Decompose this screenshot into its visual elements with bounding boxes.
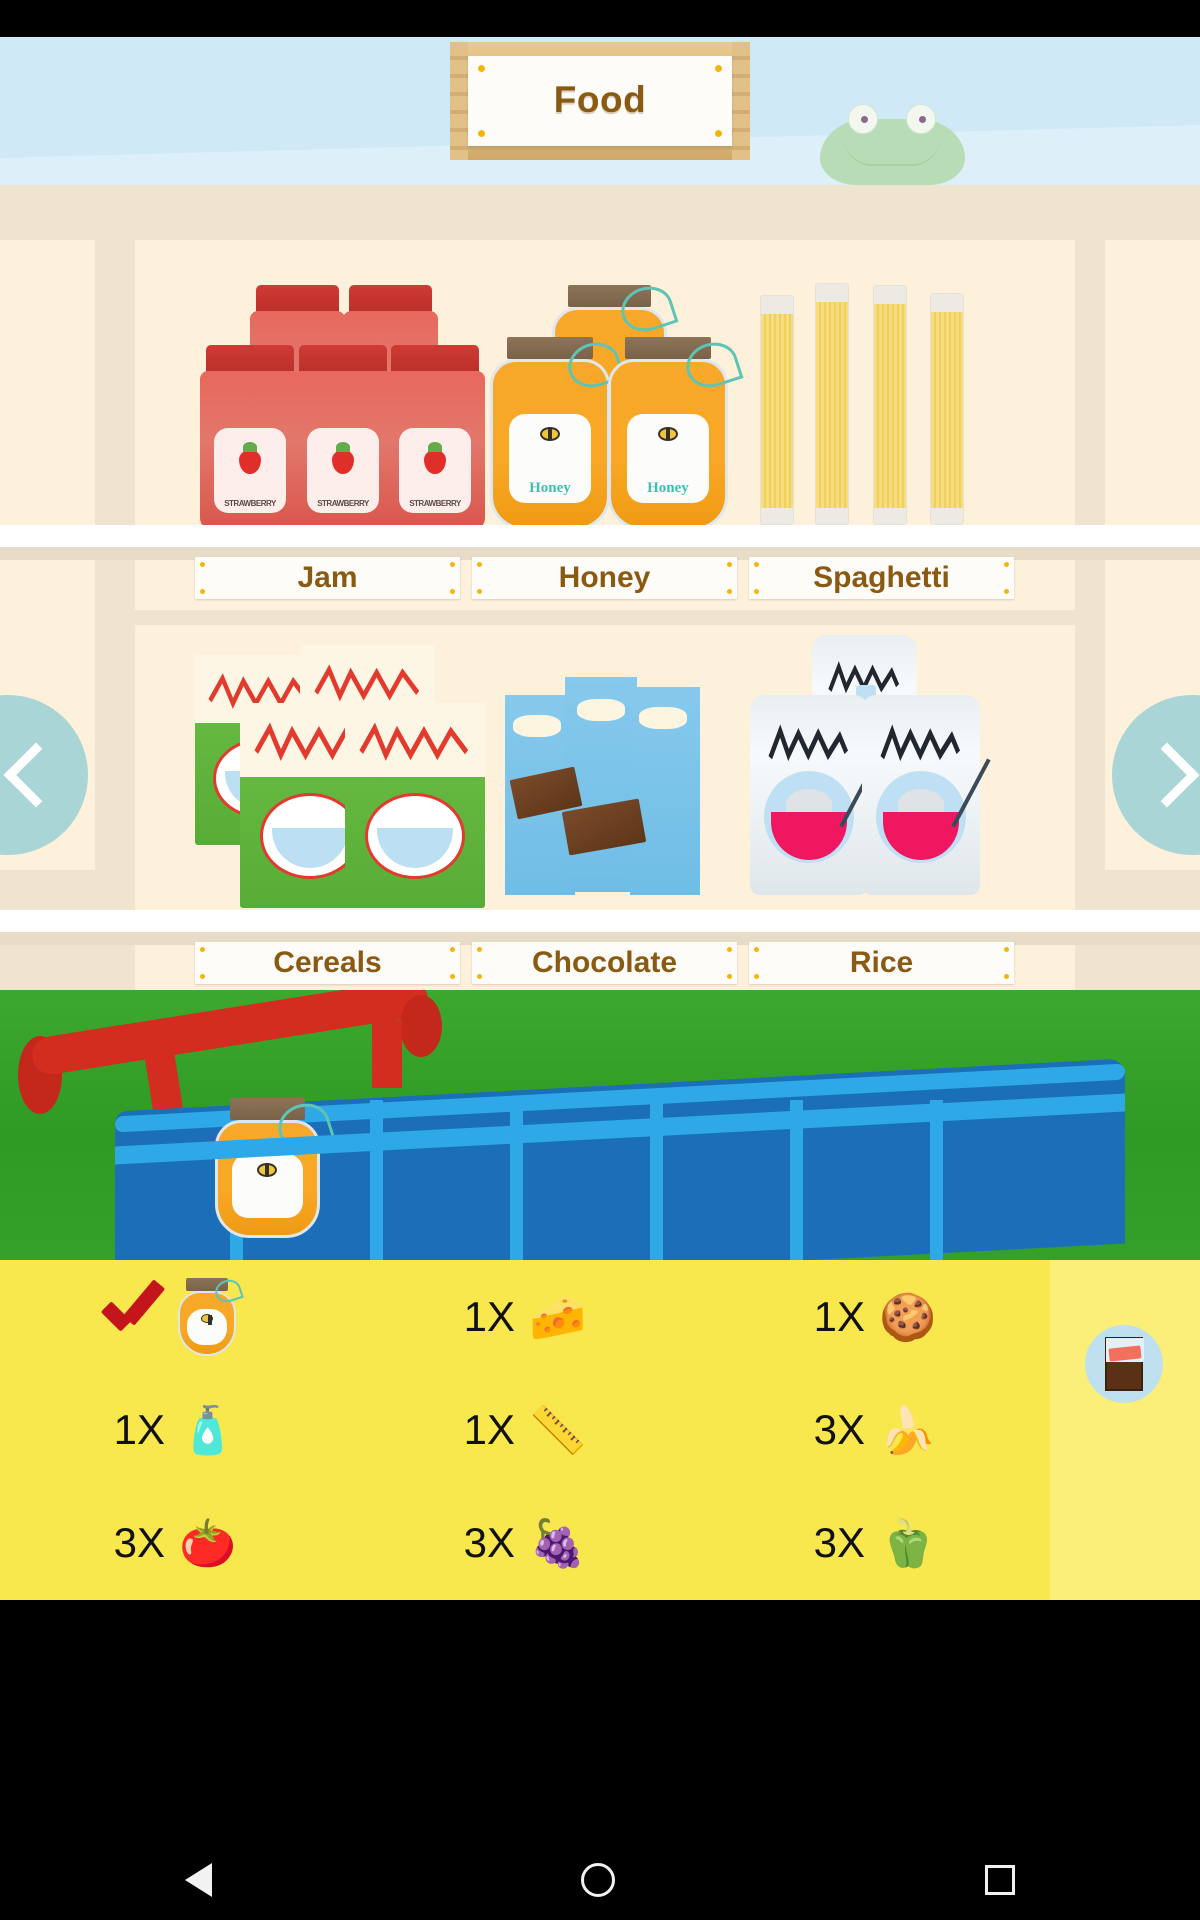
label-text: Spaghetti [813,561,950,594]
product-labels-row-1: Jam Honey Spaghetti [195,557,1014,599]
shelf-board-2 [0,910,1200,932]
product-spaghetti[interactable] [755,255,985,530]
check-icon [100,1293,164,1341]
signboard-icon [1105,1337,1144,1391]
list-item[interactable]: 1X 🍪 [700,1260,1050,1373]
list-item-qty: 3X [113,1519,166,1567]
shopping-list-grid: 1X 🧀 1X 🍪 1X 🧴 1X 📏 3X 🍌 3X 🍅 3X 🍇 3X 🫑 [0,1260,1050,1600]
list-item-qty: 1X [463,1405,516,1453]
list-item[interactable]: 3X 🫑 [700,1487,1050,1600]
list-item-qty: 3X [463,1519,516,1567]
list-item[interactable]: 1X 📏 [350,1373,700,1486]
cookie-icon: 🍪 [879,1290,937,1343]
label-text: Honey [558,561,651,594]
label-cereals[interactable]: Cereals [195,942,460,984]
label-text: Rice [849,946,914,979]
cart-handle-cap-right [400,995,442,1057]
back-icon[interactable] [184,1863,212,1897]
system-navigation-bar [0,1840,1200,1920]
grapes-icon: 🍇 [529,1517,587,1570]
category-sign: Food [450,42,750,160]
label-honey[interactable]: Honey [472,557,737,599]
product-cereals[interactable] [195,645,485,910]
signboard-button[interactable] [1085,1325,1163,1403]
home-icon[interactable] [581,1863,616,1897]
label-rice[interactable]: Rice [749,942,1014,984]
page-title: Food [553,79,647,121]
list-item-qty: 1X [463,1292,516,1340]
list-item-qty: 3X [813,1405,866,1453]
store-shelves: STRAWBERRY STRAWBERRY STRAWBERRY Honey H… [0,185,1200,990]
list-item[interactable] [0,1260,350,1373]
label-text: Jam [297,561,358,594]
list-item-qty: 1X [113,1405,166,1453]
cart-post-right [372,1020,402,1088]
ruler-icon: 📏 [529,1403,587,1456]
bell-pepper-icon: 🫑 [879,1517,937,1570]
product-chocolate[interactable] [505,665,705,910]
list-item[interactable]: 1X 🧀 [350,1260,700,1373]
soap-bottle-icon: 🧴 [179,1403,237,1456]
game-screen: Food STRAWBERRY STRAWBERRY STRAWBERRY Ho… [0,0,1200,1920]
list-item-qty: 1X [813,1292,866,1340]
label-text: Cereals [273,946,382,979]
recent-apps-icon[interactable] [985,1865,1016,1895]
cheese-icon: 🧀 [529,1290,587,1343]
product-jam[interactable]: STRAWBERRY STRAWBERRY STRAWBERRY [195,285,485,530]
chevron-right-icon [1134,742,1200,808]
label-text: Chocolate [531,946,678,979]
tomato-icon: 🍅 [179,1517,237,1570]
banana-icon: 🍌 [879,1403,937,1456]
honey-jar-icon [178,1276,244,1356]
list-item[interactable]: 3X 🍅 [0,1487,350,1600]
product-labels-row-2: Cereals Chocolate Rice [195,942,1014,984]
label-chocolate[interactable]: Chocolate [472,942,737,984]
list-item[interactable]: 3X 🍇 [350,1487,700,1600]
shelf-board-1 [0,525,1200,547]
label-jam[interactable]: Jam [195,557,460,599]
product-honey[interactable]: Honey Honey [490,280,750,530]
label-spaghetti[interactable]: Spaghetti [749,557,1014,599]
cart-item-honey [215,1097,336,1238]
sign-plate: Food [468,56,732,146]
cart-handle [29,990,431,1078]
list-item[interactable]: 1X 🧴 [0,1373,350,1486]
list-item-qty: 3X [813,1519,866,1567]
shopping-cart-area[interactable] [0,990,1200,1260]
product-rice[interactable] [750,635,991,910]
list-item[interactable]: 3X 🍌 [700,1373,1050,1486]
frog-icon [820,100,965,185]
shopping-list-panel-side [1050,1260,1200,1600]
chevron-left-icon [3,742,69,808]
status-bar [0,0,1200,37]
